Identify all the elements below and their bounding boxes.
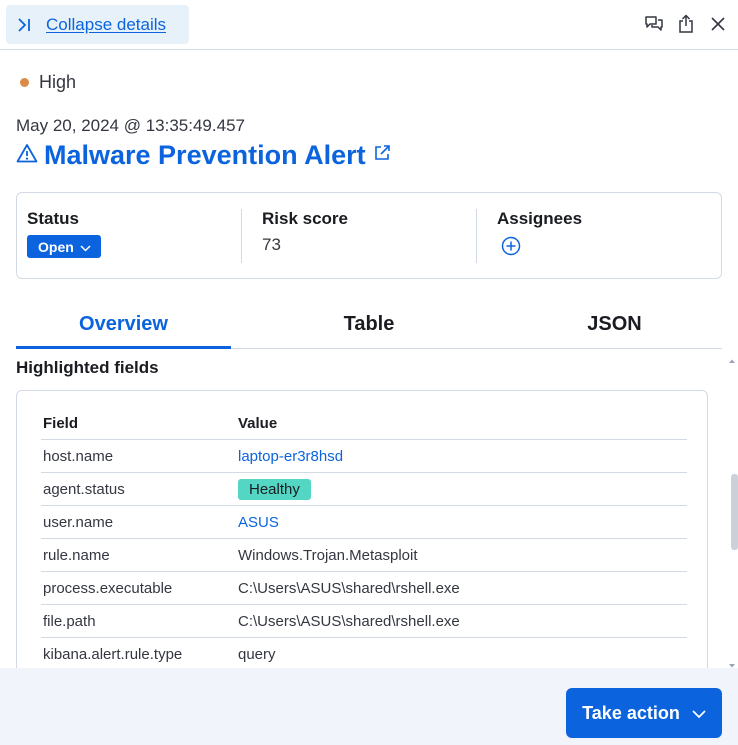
field-value: query [236,637,687,668]
field-name: agent.status [41,472,236,506]
table-row: rule.name Windows.Trojan.Metasploit [41,538,687,572]
divider [241,209,242,263]
scrollbar-thumb[interactable] [731,474,738,550]
field-name: host.name [41,439,236,473]
field-value: Windows.Trojan.Metasploit [236,538,687,572]
risk-score-title: Risk score [262,209,348,228]
add-assignee-icon[interactable] [501,236,521,256]
details-tabs: Overview Table JSON [16,305,722,349]
field-value: C:\Users\ASUS\shared\rshell.exe [236,571,687,605]
field-value-cell: Healthy [236,472,687,506]
table-row: host.name laptop-er3r8hsd [41,439,687,473]
alert-summary-panel: Status Open Risk score 73 Assignees [16,192,722,279]
value-column-header: Value [236,409,687,440]
field-name: file.path [41,604,236,638]
user-name-link[interactable]: ASUS [238,514,279,531]
assignees-section: Assignees [497,209,712,264]
tab-json[interactable]: JSON [507,305,722,348]
chevron-down-icon [80,239,91,255]
table-row: user.name ASUS [41,505,687,539]
severity-indicator: High [20,72,76,93]
table-row: agent.status Healthy [41,472,687,506]
host-name-link[interactable]: laptop-er3r8hsd [238,448,343,465]
table-header-row: Field Value [41,409,687,440]
tab-table[interactable]: Table [231,305,507,348]
status-dropdown-button[interactable]: Open [27,235,101,258]
table-row: file.path C:\Users\ASUS\shared\rshell.ex… [41,604,687,638]
field-name: rule.name [41,538,236,572]
divider [476,209,477,263]
tab-overview[interactable]: Overview [16,305,231,349]
severity-dot-icon [20,78,29,87]
field-value: C:\Users\ASUS\shared\rshell.exe [236,604,687,638]
take-action-button[interactable]: Take action [566,688,722,738]
flyout-header-bar: Collapse details [0,0,738,50]
header-actions [644,12,728,36]
discuss-icon[interactable] [644,12,664,36]
warning-icon [16,143,38,168]
field-name: kibana.alert.rule.type [41,637,236,668]
share-icon[interactable] [676,12,696,36]
field-name: user.name [41,505,236,539]
highlighted-fields-panel: Field Value host.name laptop-er3r8hsd ag… [16,390,708,668]
status-section: Status Open [27,209,242,264]
highlighted-fields-table: Field Value host.name laptop-er3r8hsd ag… [41,409,687,668]
alert-details-flyout: Collapse details High May 20, 2024 @ 13:… [0,0,738,745]
collapse-icon [16,17,32,33]
severity-label: High [39,72,77,92]
table-row: kibana.alert.rule.type query [41,637,687,668]
external-link-icon[interactable] [372,143,392,168]
field-value-cell: laptop-er3r8hsd [236,439,687,473]
field-name: process.executable [41,571,236,605]
overview-content[interactable]: Highlighted fields Field Value host.name… [0,350,738,668]
alert-timestamp: May 20, 2024 @ 13:35:49.457 [16,116,245,135]
alert-title-row[interactable]: Malware Prevention Alert [16,140,392,171]
field-column-header: Field [41,409,236,440]
flyout-footer: Take action [0,668,738,745]
status-value: Open [38,238,74,255]
collapse-details-button[interactable]: Collapse details [6,5,189,44]
field-value-cell: ASUS [236,505,687,539]
risk-score-section: Risk score 73 [262,209,477,264]
alert-title-link[interactable]: Malware Prevention Alert [44,140,366,171]
risk-score-value: 73 [262,235,281,254]
chevron-down-icon [692,703,706,724]
highlighted-fields-title: Highlighted fields [16,358,159,377]
close-icon[interactable] [708,12,728,36]
scroll-up-icon[interactable] [728,351,736,369]
table-row: process.executable C:\Users\ASUS\shared\… [41,571,687,605]
assignees-title: Assignees [497,209,583,228]
take-action-label: Take action [582,702,680,723]
status-title: Status [27,209,79,228]
collapse-details-label: Collapse details [46,14,167,34]
agent-status-badge: Healthy [238,478,311,500]
